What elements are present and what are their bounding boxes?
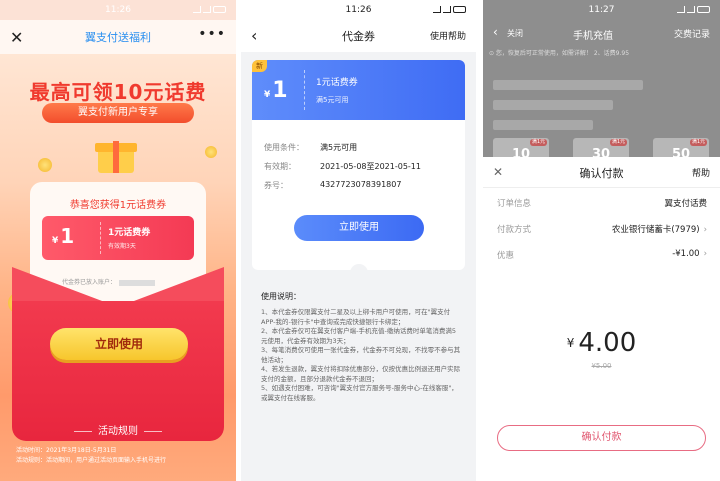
promo-screen: 11:26 ✕ 翼支付送福利 ••• 最高可领10元话费 翼支付新用户专享 恭喜… bbox=[0, 0, 236, 481]
status-bar: 11:26 bbox=[0, 0, 236, 20]
coupon-amount: ¥1 bbox=[52, 224, 75, 248]
background-notice: ⊙ 您，恢复后可正常使用，如需详解！ 2、话费9.95 bbox=[489, 50, 630, 57]
signal-icon bbox=[677, 6, 685, 13]
status-time: 11:27 bbox=[588, 5, 615, 15]
status-icons bbox=[677, 6, 710, 13]
instruction-item: 4、若发生退款，翼支付将扣除优惠部分，仅按优惠比例退还用户实际支付的金额，且部分… bbox=[261, 365, 461, 383]
use-now-button[interactable]: 立即使用 bbox=[294, 215, 424, 241]
back-icon: ‹ bbox=[493, 25, 498, 39]
instruction-item: 2、本代金券仅可在翼支付客户端-手机充值-缴纳话费时单笔消费满5元使用，代金券有… bbox=[261, 327, 456, 345]
coupon-name: 1元话费券 bbox=[108, 228, 151, 238]
help-link[interactable]: 使用帮助 bbox=[430, 29, 466, 42]
confirm-payment-sheet: ✕ 确认付款 帮助 订单信息 翼支付话费 付款方式 农业银行储蓄卡(7979) ›… bbox=[483, 157, 720, 481]
account-note: 代金券已放入账户： bbox=[62, 277, 156, 286]
blurred-phone-number bbox=[493, 80, 643, 90]
coin-icon bbox=[38, 158, 52, 172]
background-title: 手机充值 bbox=[573, 31, 613, 42]
voucher-card: 新 ¥1 1元话费券 满5元可用 使用条件： 满5元可用 有效期： 2021-05-… bbox=[252, 60, 465, 274]
hero-subtitle: 翼支付新用户专享 bbox=[42, 103, 194, 123]
background-dimmed: 11:27 ‹ 关闭 手机充值 交费记录 ⊙ 您，恢复后可正常使用，如需详解！ … bbox=[483, 0, 720, 166]
help-link[interactable]: 帮助 bbox=[692, 166, 710, 179]
background-nav: ‹ 关闭 手机充值 交费记录 bbox=[483, 24, 720, 44]
hero-title: 最高可领10元话费 bbox=[29, 80, 207, 104]
chevron-right-icon: › bbox=[703, 225, 707, 235]
rules-title[interactable]: 活动规则 bbox=[0, 422, 236, 437]
nav-bar: ✕ 翼支付送福利 ••• bbox=[0, 20, 236, 54]
close-icon[interactable]: ✕ bbox=[10, 28, 23, 47]
coupon-validity: 有效期3天 bbox=[108, 243, 136, 250]
confirm-payment-button[interactable]: 确认付款 bbox=[497, 425, 706, 451]
red-envelope bbox=[12, 301, 224, 441]
voucher-detail-row: 券号： 4327723078391807 bbox=[264, 180, 402, 190]
status-icons bbox=[433, 6, 466, 13]
instruction-item: 5、如遇支付困难，可咨询"翼支付官方服务号-服务中心-在线客服"，或翼支付在线客… bbox=[261, 384, 458, 402]
pay-amount: ¥4.00 bbox=[566, 328, 637, 358]
instruction-item: 3、每笔消费仅可使用一张代金券，代金券不可兑现，不找零不参与其他活动； bbox=[261, 346, 461, 364]
chevron-right-icon: › bbox=[703, 249, 707, 259]
sheet-title: 确认付款 bbox=[579, 167, 624, 180]
order-info-row: 订单信息 翼支付话费 bbox=[497, 199, 707, 209]
signal-icon bbox=[433, 6, 441, 13]
battery-icon bbox=[453, 6, 466, 13]
voucher-amount: ¥1 bbox=[264, 78, 288, 103]
battery-icon bbox=[213, 6, 226, 13]
status-time: 11:26 bbox=[105, 5, 131, 15]
voucher-detail-row: 有效期： 2021-05-08至2021-05-11 bbox=[264, 162, 421, 171]
close-link: 关闭 bbox=[507, 29, 523, 38]
congrats-text: 恭喜您获得1元话费券 bbox=[69, 200, 167, 211]
coupon-card: ¥1 1元话费券 有效期3天 bbox=[42, 216, 194, 260]
discount-row[interactable]: 优惠 -¥1.00 › bbox=[497, 249, 707, 261]
status-bar: 11:27 bbox=[483, 0, 720, 20]
payment-screen: 11:27 ‹ 关闭 手机充值 交费记录 ⊙ 您，恢复后可正常使用，如需详解！ … bbox=[483, 0, 720, 481]
gift-icon bbox=[92, 137, 140, 175]
signal-icon bbox=[203, 6, 211, 13]
screenshot-collage: 11:26 ✕ 翼支付送福利 ••• 最高可领10元话费 翼支付新用户专享 恭喜… bbox=[0, 0, 720, 481]
back-icon[interactable]: ‹ bbox=[251, 26, 257, 45]
voucher-detail-row: 使用条件： 满5元可用 bbox=[264, 143, 358, 152]
voucher-name: 1元话费券 bbox=[316, 78, 358, 88]
records-link: 交费记录 bbox=[673, 30, 710, 40]
blurred-text bbox=[493, 100, 613, 110]
activity-rules: 活动时间：2021年3月18日-5月31日 活动规则：活动期间，用户通过活动页面… bbox=[16, 447, 167, 464]
status-bar: 11:26 bbox=[241, 0, 476, 20]
use-now-button[interactable]: 立即使用 bbox=[50, 328, 188, 360]
signal-icon bbox=[443, 6, 451, 13]
promo-hero: 最高可领10元话费 翼支付新用户专享 恭喜您获得1元话费券 ¥1 1元话费券 有… bbox=[0, 54, 236, 481]
voucher-condition: 满5元可用 bbox=[316, 96, 349, 104]
status-time: 11:26 bbox=[345, 5, 372, 15]
battery-icon bbox=[697, 6, 710, 13]
blurred-text bbox=[493, 120, 593, 130]
page-title: 翼支付送福利 bbox=[85, 31, 151, 44]
instructions-list: 1、本代金券仅限翼支付二星及以上绑卡用户可使用，可在"翼支付APP-我的-银行卡… bbox=[261, 308, 461, 403]
nav-bar: ‹ 代金券 使用帮助 bbox=[241, 20, 476, 52]
voucher-screen: 11:26 ‹ 代金券 使用帮助 新 ¥1 1元话费券 满5元可用 使用条件：满… bbox=[241, 0, 476, 481]
voucher-header: 新 ¥1 1元话费券 满5元可用 bbox=[252, 60, 465, 120]
payment-method-row[interactable]: 付款方式 农业银行储蓄卡(7979) › bbox=[497, 223, 707, 235]
instruction-item: 1、本代金券仅限翼支付二星及以上绑卡用户可使用，可在"翼支付APP-我的-银行卡… bbox=[261, 308, 451, 326]
page-title: 代金券 bbox=[342, 30, 375, 43]
original-amount: ¥5.00 bbox=[591, 362, 612, 370]
more-icon[interactable]: ••• bbox=[198, 26, 226, 42]
masked-account bbox=[119, 279, 156, 286]
new-badge: 新 bbox=[252, 60, 267, 72]
status-icons bbox=[193, 6, 226, 13]
instructions-title: 使用说明： bbox=[261, 292, 301, 301]
signal-icon bbox=[687, 6, 695, 13]
coin-icon bbox=[205, 146, 217, 158]
signal-icon bbox=[193, 6, 201, 13]
